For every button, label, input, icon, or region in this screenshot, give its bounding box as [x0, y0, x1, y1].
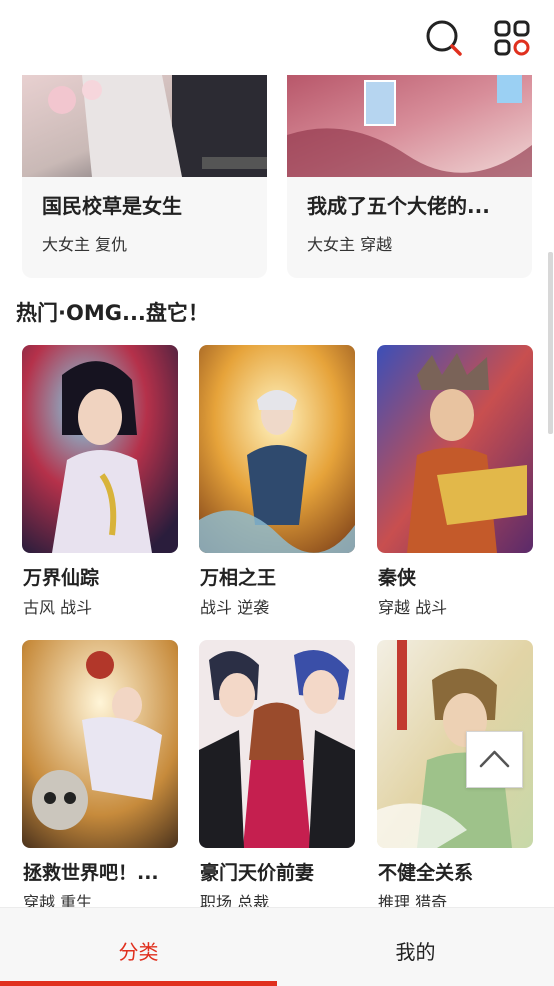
featured-title: 我成了五个大佬的...: [307, 194, 490, 218]
featured-cover-image: [22, 75, 267, 177]
top-bar: [0, 0, 554, 75]
comic-tags: 职场 总裁: [200, 893, 270, 907]
comic-card[interactable]: 秦侠 穿越 战斗: [377, 345, 533, 617]
tab-category-label: 分类: [118, 940, 159, 964]
comic-card[interactable]: 豪门天价前妻 职场 总裁: [199, 640, 355, 907]
active-tab-indicator: [0, 981, 277, 986]
tab-mine-label: 我的: [395, 940, 436, 964]
featured-card[interactable]: 国民校草是女生 大女主 复仇: [22, 75, 267, 278]
comic-cover-image: [199, 345, 355, 553]
featured-tags: 大女主 穿越: [307, 235, 393, 254]
comic-title: 豪门天价前妻: [200, 862, 315, 884]
scrollbar[interactable]: [548, 252, 553, 434]
bottom-nav: 分类 我的: [0, 907, 554, 986]
comic-tags: 穿越 重生: [23, 893, 93, 907]
comic-title: 秦侠: [378, 567, 417, 589]
comic-title: 拯救世界吧！...: [23, 862, 159, 884]
grid-menu-icon[interactable]: [490, 16, 534, 60]
featured-card[interactable]: 我成了五个大佬的... 大女主 穿越: [287, 75, 532, 278]
comic-title: 万界仙踪: [23, 567, 100, 589]
featured-title: 国民校草是女生: [42, 194, 182, 218]
comic-title: 不健全关系: [378, 862, 474, 884]
featured-tags: 大女主 复仇: [42, 235, 128, 254]
search-icon[interactable]: [422, 16, 466, 60]
section-title: 热门·OMG...盘它！: [16, 301, 209, 325]
chevron-up-icon: [479, 750, 510, 768]
featured-cover-image: [287, 75, 532, 177]
tab-mine[interactable]: 我的: [277, 908, 554, 986]
comic-tags: 穿越 战斗: [378, 598, 448, 617]
back-to-top-button[interactable]: [466, 731, 523, 788]
comic-title: 万相之王: [200, 567, 277, 589]
comic-cover-image: [22, 640, 178, 848]
comic-card[interactable]: 万界仙踪 古风 战斗: [22, 345, 178, 617]
comic-card[interactable]: 拯救世界吧！... 穿越 重生: [22, 640, 178, 907]
comic-card[interactable]: 万相之王 战斗 逆袭: [199, 345, 355, 617]
comic-cover-image: [377, 345, 533, 553]
tab-category[interactable]: 分类: [0, 908, 277, 986]
comic-tags: 古风 战斗: [23, 598, 93, 617]
comic-cover-image: [199, 640, 355, 848]
comic-tags: 推理 猎奇: [378, 893, 448, 907]
comic-tags: 战斗 逆袭: [200, 598, 270, 617]
comic-cover-image: [22, 345, 178, 553]
